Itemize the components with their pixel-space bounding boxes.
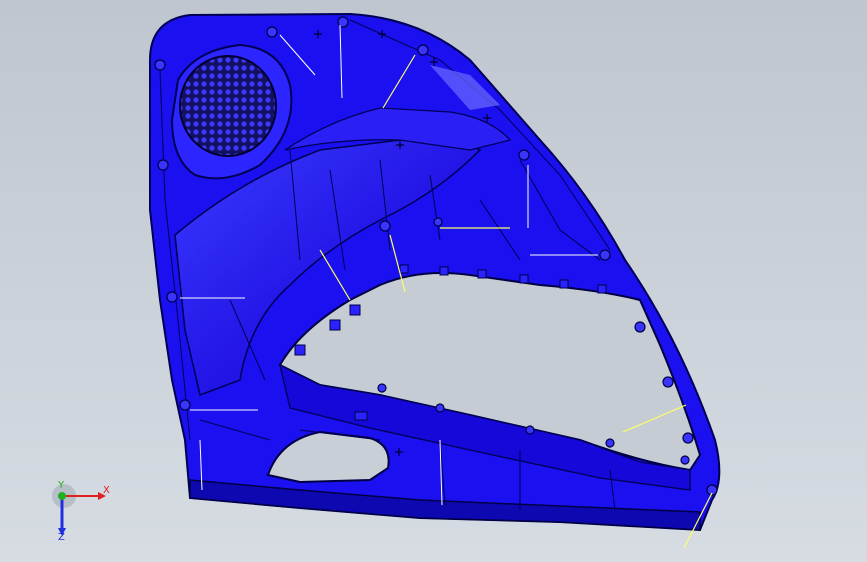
door-panel-model[interactable]	[0, 0, 867, 562]
speaker-grille-icon	[179, 55, 277, 157]
orientation-triad[interactable]: X Y Z	[40, 478, 120, 548]
triad-y-label: Y	[58, 480, 65, 491]
triad-x-label: X	[103, 485, 110, 496]
triad-z-label: Z	[58, 532, 65, 543]
cad-viewport[interactable]: X Y Z	[0, 0, 867, 562]
